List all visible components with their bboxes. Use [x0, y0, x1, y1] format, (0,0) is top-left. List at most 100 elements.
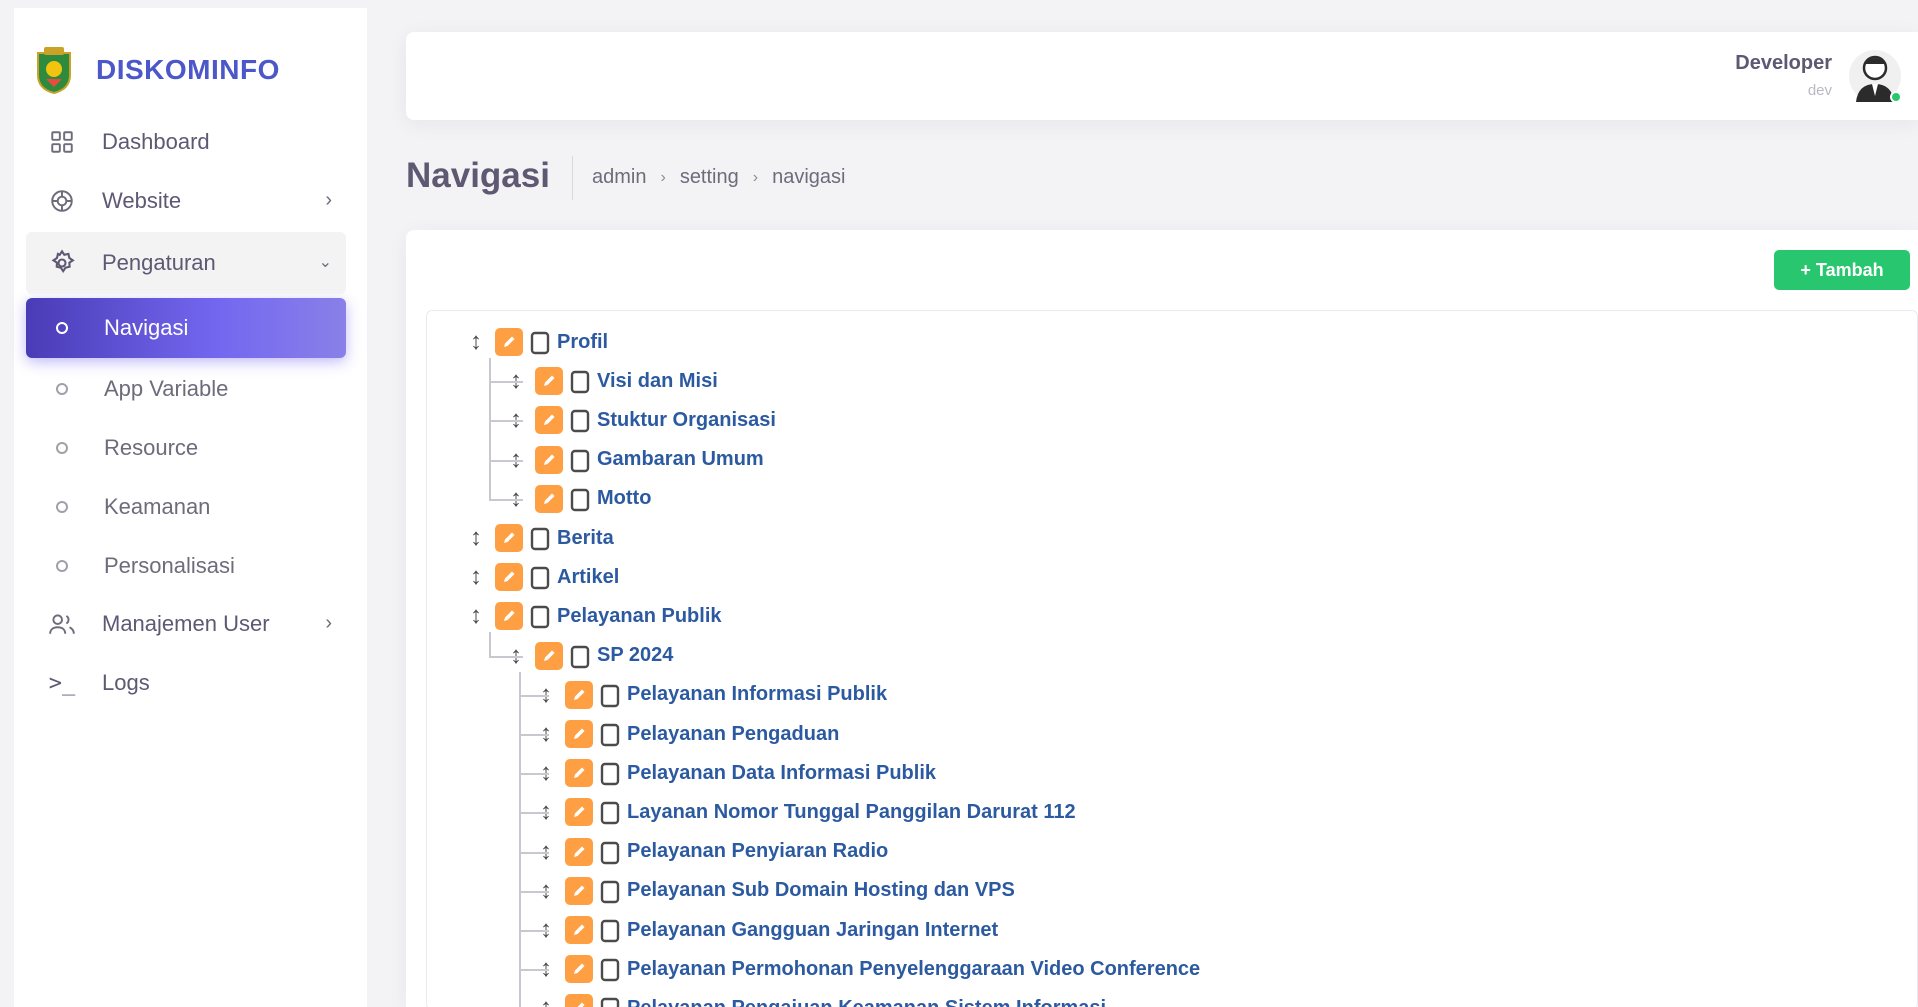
delete-button[interactable]	[597, 759, 623, 787]
delete-button[interactable]	[527, 328, 553, 356]
tree-node: ↕Motto	[507, 482, 651, 516]
edit-button[interactable]	[565, 759, 593, 788]
delete-button[interactable]	[597, 838, 623, 866]
tree-connector-line	[519, 671, 521, 1007]
tree-connector-line	[489, 358, 491, 499]
drag-handle-icon[interactable]: ↕	[467, 524, 485, 552]
logo-emblem-icon	[37, 47, 71, 95]
brand[interactable]: DISKOMINFO	[34, 40, 280, 100]
tree-node: ↕ Artikel	[467, 560, 619, 594]
tree-node: ↕ Profil	[467, 325, 608, 359]
brand-name: DISKOMINFO	[96, 54, 280, 85]
tree-node: ↕Pelayanan Pengaduan	[537, 717, 839, 751]
edit-button[interactable]	[565, 916, 593, 944]
sidebar-item-keamanan[interactable]: Keamanan	[26, 478, 346, 536]
tree-node-label[interactable]: Layanan Nomor Tunggal Panggilan Darurat …	[627, 801, 1076, 824]
sidebar-item-label: Pengaturan	[102, 250, 216, 275]
tree-connector-line	[519, 734, 549, 736]
sidebar-item-website[interactable]: Website ›	[26, 173, 346, 229]
add-button[interactable]: + Tambah	[1774, 250, 1910, 290]
drag-handle-icon[interactable]: ↕	[467, 563, 485, 591]
chevron-right-icon: ›	[325, 612, 332, 634]
tree-node: ↕ Pelayanan Publik	[467, 599, 722, 633]
tree-connector-line	[519, 969, 549, 972]
delete-button[interactable]	[597, 720, 623, 748]
edit-button[interactable]	[495, 328, 523, 356]
delete-button[interactable]	[567, 642, 593, 670]
edit-button[interactable]	[565, 680, 593, 709]
tree-connector-line	[489, 632, 491, 656]
sidebar-item-dashboard[interactable]: Dashboard	[26, 114, 346, 170]
sidebar-item-label: Manajemen User	[102, 611, 270, 636]
edit-button[interactable]	[565, 876, 593, 905]
delete-button[interactable]	[597, 955, 623, 983]
edit-button[interactable]	[565, 837, 593, 866]
tree-node-label[interactable]: Pelayanan Pengajuan Keamanan Sistem Info…	[627, 997, 1106, 1007]
user-name[interactable]: Developer	[1735, 52, 1832, 75]
drag-handle-icon[interactable]: ↕	[537, 994, 555, 1007]
delete-button[interactable]	[527, 602, 553, 630]
tree-node-label[interactable]: Pelayanan Informasi Publik	[627, 683, 887, 706]
tree-node-label[interactable]: Pelayanan Permohonan Penyelenggaraan Vid…	[627, 958, 1200, 981]
delete-button[interactable]	[567, 485, 593, 513]
edit-button[interactable]	[495, 524, 523, 552]
tree-node-label[interactable]: Pelayanan Penyiaran Radio	[627, 840, 888, 863]
delete-button[interactable]	[597, 798, 623, 826]
edit-button[interactable]	[535, 406, 563, 435]
edit-button[interactable]	[535, 641, 563, 670]
circle-icon	[56, 560, 68, 572]
sidebar-item-label: Keamanan	[104, 494, 211, 519]
edit-button[interactable]	[495, 602, 523, 631]
edit-button[interactable]	[535, 445, 563, 474]
delete-button[interactable]	[597, 994, 623, 1007]
edit-button[interactable]	[565, 720, 593, 748]
delete-button[interactable]	[597, 916, 623, 944]
tree-node-label[interactable]: Pelayanan Pengaduan	[627, 723, 839, 746]
breadcrumb-item-setting[interactable]: setting	[680, 166, 739, 189]
navigation-tree: ↕ Profil ↕ Visi dan Misi ↕ Stuktur Organisasi…	[427, 311, 1917, 1007]
tree-node-label[interactable]: Stuktur Organisasi	[597, 409, 776, 432]
sidebar-item-label: Resource	[104, 435, 199, 460]
breadcrumb-item-admin[interactable]: admin	[592, 166, 646, 189]
edit-button[interactable]	[565, 798, 593, 827]
edit-button[interactable]	[495, 563, 523, 592]
sidebar-item-manajemen-user[interactable]: Manajemen User ›	[26, 596, 346, 652]
chevron-right-icon: ›	[325, 189, 332, 211]
tree-node-label[interactable]: Pelayanan Data Informasi Publik	[627, 762, 936, 785]
delete-button[interactable]	[527, 524, 553, 552]
edit-button[interactable]	[565, 994, 593, 1007]
sidebar-item-personalisasi[interactable]: Personalisasi	[26, 537, 346, 595]
terminal-icon: >_	[48, 670, 76, 696]
drag-handle-icon[interactable]: ↕	[467, 328, 485, 356]
sidebar-item-resource[interactable]: Resource	[26, 419, 346, 477]
delete-button[interactable]	[527, 563, 553, 591]
sidebar-item-navigasi[interactable]: Navigasi	[26, 298, 346, 358]
tree-node-label[interactable]: Artikel	[557, 566, 619, 589]
tree-node-label[interactable]: Visi dan Misi	[597, 370, 718, 393]
sidebar-item-pengaturan[interactable]: Pengaturan ⌄	[26, 232, 346, 294]
delete-button[interactable]	[597, 681, 623, 709]
tree-node-label[interactable]: Pelayanan Gangguan Jaringan Internet	[627, 919, 998, 942]
tree-node-label[interactable]: Motto	[597, 487, 651, 510]
tree-node-label[interactable]: Pelayanan Sub Domain Hosting dan VPS	[627, 879, 1015, 902]
tree-node-label[interactable]: SP 2024	[597, 644, 673, 667]
drag-handle-icon[interactable]: ↕	[467, 602, 485, 630]
users-icon	[46, 608, 78, 640]
edit-button[interactable]	[565, 955, 593, 984]
delete-button[interactable]	[567, 406, 593, 434]
sidebar-item-logs[interactable]: >_ Logs	[26, 655, 346, 711]
grid-icon	[46, 126, 78, 158]
edit-button[interactable]	[535, 484, 563, 513]
tree-connector-line	[519, 851, 549, 854]
edit-button[interactable]	[535, 367, 563, 396]
tree-node-label[interactable]: Pelayanan Publik	[557, 605, 722, 628]
delete-button[interactable]	[567, 367, 593, 395]
sidebar-item-app-variable[interactable]: App Variable	[26, 360, 346, 418]
tree-node: ↕ Pelayanan Pengajuan Keamanan Sistem Inf…	[537, 991, 1106, 1007]
tree-node-label[interactable]: Berita	[557, 527, 614, 550]
tree-node-label[interactable]: Profil	[557, 331, 608, 354]
tree-node: ↕Layanan Nomor Tunggal Panggilan Darurat…	[537, 795, 1076, 829]
delete-button[interactable]	[597, 877, 623, 905]
tree-node-label[interactable]: Gambaran Umum	[597, 448, 764, 471]
delete-button[interactable]	[567, 446, 593, 474]
